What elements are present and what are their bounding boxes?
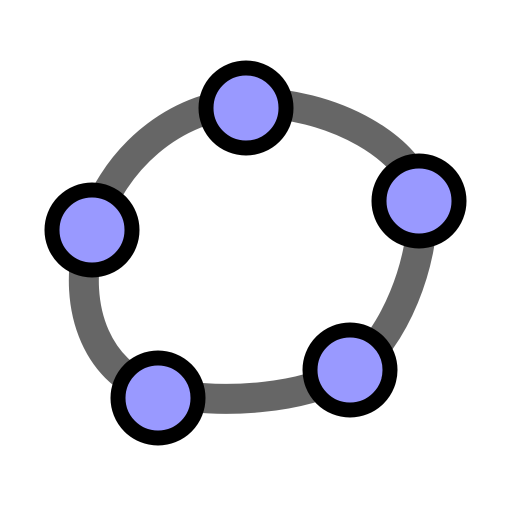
point-top: [198, 60, 294, 156]
point-right: [371, 153, 467, 249]
app-icon-canvas: [0, 0, 512, 512]
geogebra-logo-icon: [44, 60, 467, 446]
point-bottom-left: [110, 350, 206, 446]
point-left: [44, 182, 140, 278]
point-bottom-right: [302, 322, 398, 418]
